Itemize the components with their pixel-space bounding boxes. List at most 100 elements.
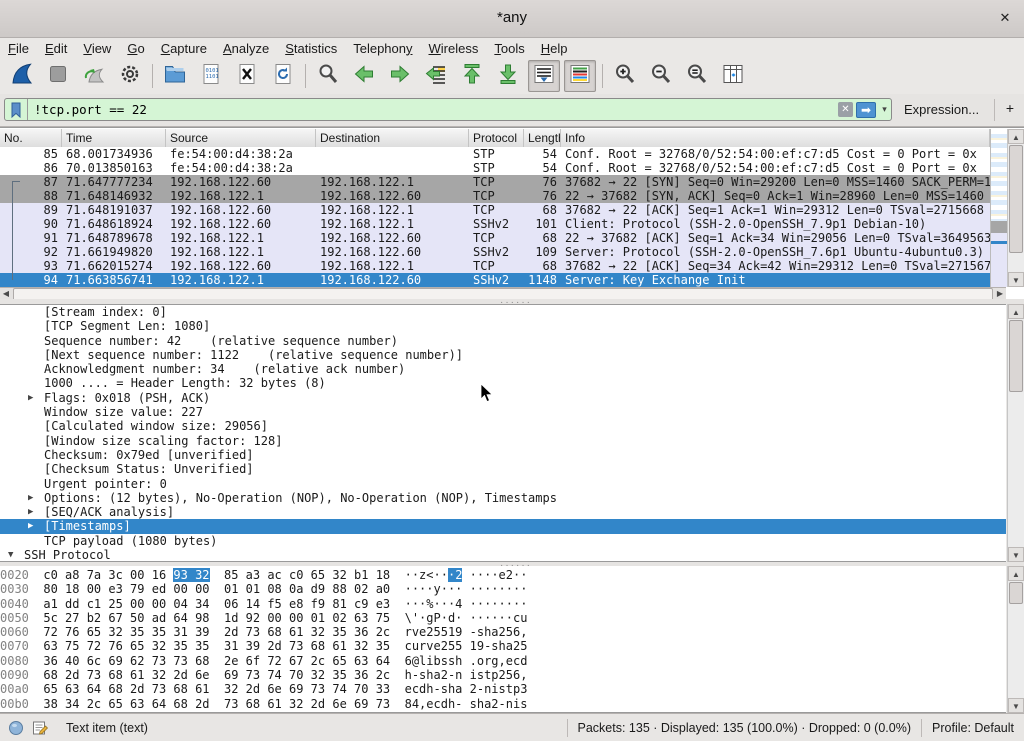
column-header-destination[interactable]: Destination	[316, 129, 469, 147]
hex-row-0030[interactable]: 0030 80 18 00 e3 79 ed 00 00 01 01 08 0a…	[0, 582, 1006, 596]
hex-row-0090[interactable]: 0090 68 2d 73 68 61 32 2d 6e 69 73 74 70…	[0, 668, 1006, 682]
detail-row[interactable]: [Calculated window size: 29056]	[0, 419, 1006, 433]
menu-item-file[interactable]: File	[0, 40, 37, 57]
profile-button[interactable]: Profile: Default	[921, 719, 1024, 737]
scroll-down-icon[interactable]: ▼	[1008, 698, 1024, 713]
hex-row-0020[interactable]: 0020 c0 a8 7a 3c 00 16 93 32 85 a3 ac c0…	[0, 568, 1006, 582]
display-filter-input[interactable]: !tcp.port == 22 ✕ ➡ ▾	[4, 98, 892, 121]
menu-item-capture[interactable]: Capture	[153, 40, 215, 57]
hex-row-0080[interactable]: 0080 36 40 6c 69 62 73 73 68 2e 6f 72 67…	[0, 654, 1006, 668]
expander-collapsed-icon[interactable]: ▶	[28, 505, 33, 519]
go-last-button[interactable]	[492, 60, 524, 92]
detail-row[interactable]: [Stream index: 0]	[0, 305, 1006, 319]
detail-row[interactable]: ▶Options: (12 bytes), No-Operation (NOP)…	[0, 491, 1006, 505]
detail-row[interactable]: Checksum: 0x79ed [unverified]	[0, 448, 1006, 462]
add-filter-button[interactable]: +	[1002, 100, 1018, 118]
clear-filter-icon[interactable]: ✕	[838, 102, 853, 117]
packet-row-91[interactable]: 9171.648789678192.168.122.1192.168.122.6…	[0, 231, 990, 245]
restart-capture-button[interactable]	[78, 60, 110, 92]
detail-row[interactable]: ▶[SEQ/ACK analysis]	[0, 505, 1006, 519]
detail-row[interactable]: Acknowledgment number: 34 (relative ack …	[0, 362, 1006, 376]
column-header-protocol[interactable]: Protocol	[469, 129, 524, 147]
open-file-button[interactable]	[159, 60, 191, 92]
expander-collapsed-icon[interactable]: ▶	[28, 391, 33, 405]
expander-collapsed-icon[interactable]: ▶	[28, 519, 33, 533]
menu-item-help[interactable]: Help	[533, 40, 576, 57]
detail-row[interactable]: Sequence number: 42 (relative sequence n…	[0, 334, 1006, 348]
detail-row[interactable]: TCP payload (1080 bytes)	[0, 534, 1006, 548]
find-packet-button[interactable]	[312, 60, 344, 92]
menu-item-view[interactable]: View	[75, 40, 119, 57]
zoom-original-button[interactable]	[681, 60, 713, 92]
zoom-out-button[interactable]	[645, 60, 677, 92]
menu-item-telephony[interactable]: Telephony	[345, 40, 420, 57]
column-header-source[interactable]: Source	[166, 129, 316, 147]
go-first-button[interactable]	[456, 60, 488, 92]
intelligent-scrollbar-minimap[interactable]	[990, 129, 1007, 287]
column-header-info[interactable]: Info	[561, 129, 990, 147]
capture-comment-icon[interactable]	[32, 720, 48, 736]
save-file-button[interactable]: 01011101	[195, 60, 227, 92]
detail-vscrollbar[interactable]: ▲ ▼	[1007, 304, 1024, 562]
scrollbar-thumb[interactable]	[1009, 582, 1023, 604]
hex-row-0060[interactable]: 0060 72 76 65 32 35 35 31 39 2d 73 68 61…	[0, 625, 1006, 639]
detail-row[interactable]: Urgent pointer: 0	[0, 477, 1006, 491]
packet-list-vscrollbar[interactable]: ▲ ▼	[1007, 129, 1024, 287]
scrollbar-thumb[interactable]	[1009, 145, 1023, 253]
scroll-up-icon[interactable]: ▲	[1008, 129, 1024, 144]
detail-row[interactable]: [Window size scaling factor: 128]	[0, 434, 1006, 448]
detail-row[interactable]: [Next sequence number: 1122 (relative se…	[0, 348, 1006, 362]
filter-text[interactable]: !tcp.port == 22	[28, 102, 838, 117]
menu-item-wireless[interactable]: Wireless	[421, 40, 487, 57]
menu-item-go[interactable]: Go	[119, 40, 152, 57]
auto-scroll-button[interactable]	[528, 60, 560, 92]
column-header-no[interactable]: No.	[0, 129, 62, 147]
hex-row-0050[interactable]: 0050 5c 27 b2 67 50 ad 64 98 1d 92 00 00…	[0, 611, 1006, 625]
menu-item-edit[interactable]: Edit	[37, 40, 75, 57]
start-capture-button[interactable]	[6, 60, 38, 92]
expression-button[interactable]: Expression...	[904, 102, 979, 117]
scroll-up-icon[interactable]: ▲	[1008, 304, 1024, 319]
packet-row-88[interactable]: 8871.648146932192.168.122.1192.168.122.6…	[0, 189, 990, 203]
column-header-length[interactable]: Length	[524, 129, 561, 147]
detail-row[interactable]: Window size value: 227	[0, 405, 1006, 419]
colorize-button[interactable]	[564, 60, 596, 92]
stop-capture-button[interactable]	[42, 60, 74, 92]
scroll-down-icon[interactable]: ▼	[1008, 272, 1024, 287]
capture-options-button[interactable]	[114, 60, 146, 92]
packet-row-90[interactable]: 9071.648618924192.168.122.60192.168.122.…	[0, 217, 990, 231]
go-to-packet-button[interactable]	[420, 60, 452, 92]
expert-info-icon[interactable]	[8, 720, 24, 736]
close-window-icon[interactable]: ✕	[996, 9, 1014, 27]
expander-expanded-icon[interactable]: ▼	[8, 548, 13, 562]
go-back-button[interactable]	[348, 60, 380, 92]
packet-row-87[interactable]: 8771.647777234192.168.122.60192.168.122.…	[0, 175, 990, 189]
menu-item-statistics[interactable]: Statistics	[277, 40, 345, 57]
apply-filter-icon[interactable]: ➡	[856, 102, 876, 118]
detail-row[interactable]: [TCP Segment Len: 1080]	[0, 319, 1006, 333]
packet-row-85[interactable]: 8568.001734936fe:54:00:d4:38:2aSTP54Conf…	[0, 147, 990, 161]
hex-row-00a0[interactable]: 00a0 65 63 64 68 2d 73 68 61 32 2d 6e 69…	[0, 682, 1006, 696]
detail-row[interactable]: [Checksum Status: Unverified]	[0, 462, 1006, 476]
scroll-down-icon[interactable]: ▼	[1008, 547, 1024, 562]
menu-item-tools[interactable]: Tools	[486, 40, 532, 57]
packet-row-92[interactable]: 9271.661949820192.168.122.1192.168.122.6…	[0, 245, 990, 259]
scroll-up-icon[interactable]: ▲	[1008, 566, 1024, 581]
reload-file-button[interactable]	[267, 60, 299, 92]
hex-row-0040[interactable]: 0040 a1 dd c1 25 00 00 04 34 06 14 f5 e8…	[0, 597, 1006, 611]
packet-row-89[interactable]: 8971.648191037192.168.122.60192.168.122.…	[0, 203, 990, 217]
close-file-button[interactable]	[231, 60, 263, 92]
filter-history-caret-icon[interactable]: ▾	[878, 104, 891, 115]
packet-row-93[interactable]: 9371.662015274192.168.122.60192.168.122.…	[0, 259, 990, 273]
bytes-vscrollbar[interactable]: ▲ ▼	[1007, 566, 1024, 713]
hex-row-00b0[interactable]: 00b0 38 34 2c 65 63 64 68 2d 73 68 61 32…	[0, 697, 1006, 711]
menu-item-analyze[interactable]: Analyze	[215, 40, 277, 57]
zoom-in-button[interactable]	[609, 60, 641, 92]
packet-row-94[interactable]: 9471.663856741192.168.122.1192.168.122.6…	[0, 273, 990, 287]
filter-bookmark-icon[interactable]	[5, 99, 28, 120]
title-bar[interactable]: *any ✕	[0, 0, 1024, 38]
go-forward-button[interactable]	[384, 60, 416, 92]
detail-row[interactable]: ▶Flags: 0x018 (PSH, ACK)	[0, 391, 1006, 405]
column-header-time[interactable]: Time	[62, 129, 166, 147]
resize-columns-button[interactable]	[717, 60, 749, 92]
